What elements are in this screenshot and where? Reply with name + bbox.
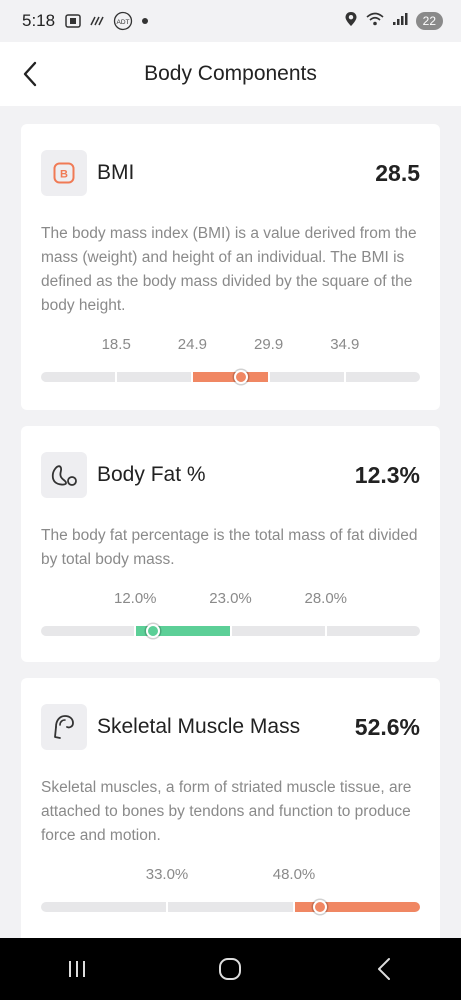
back-nav-button[interactable] [354, 944, 414, 994]
signal-icon [392, 11, 408, 31]
battery-indicator: 22 [415, 12, 443, 30]
status-time: 5:18 [22, 11, 56, 30]
value-marker [312, 900, 327, 914]
range-segment [269, 372, 344, 382]
back-button[interactable] [10, 54, 50, 94]
range-track [41, 624, 420, 638]
scale-tick-label: 24.9 [177, 336, 207, 353]
range-segment [117, 372, 192, 382]
bmi-card: B BMI 28.5 The body mass index (BMI) is … [21, 124, 440, 410]
status-right: 22 [344, 11, 443, 32]
scale-tick-label: 34.9 [330, 336, 360, 353]
range-scale: 12.0% 23.0% 28.0% [41, 590, 420, 650]
adt-icon: ADT [113, 11, 133, 31]
page-title: Body Components [144, 62, 317, 85]
scale-tick-label: 18.5 [101, 336, 131, 353]
range-scale: 33.0% 48.0% [41, 866, 420, 926]
bmi-icon: B [41, 150, 87, 196]
muscle-icon [41, 704, 87, 750]
system-nav-bar [0, 938, 461, 1000]
range-segment [193, 372, 268, 382]
range-track [41, 900, 420, 914]
card-title: BMI [97, 161, 135, 184]
back-arrow-icon [23, 61, 37, 87]
dialpad-icon [89, 15, 105, 27]
svg-text:B: B [60, 169, 68, 181]
scale-tick-label: 29.9 [253, 336, 284, 353]
range-segment [326, 626, 420, 636]
card-value: 28.5 [375, 159, 420, 186]
status-bar: 5:18 ADT 22 [0, 0, 461, 42]
scale-tick-label: 12.0% [113, 590, 157, 607]
dot-icon [141, 17, 149, 25]
card-description: The body fat percentage is the total mas… [41, 527, 418, 568]
range-segment [168, 902, 293, 912]
card-title: Body Fat % [97, 463, 206, 486]
range-segment [41, 902, 166, 912]
body-fat-icon [41, 452, 87, 498]
skeletal-muscle-card: Skeletal Muscle Mass 52.6% Skeletal musc… [21, 678, 440, 958]
location-icon [344, 11, 358, 32]
recents-icon [68, 961, 85, 977]
recents-button[interactable] [47, 944, 107, 994]
home-button[interactable] [200, 944, 260, 994]
scale-tick-label: 48.0% [272, 866, 316, 883]
card-description: The body mass index (BMI) is a value der… [41, 225, 417, 314]
range-scale: 18.5 24.9 29.9 34.9 [41, 336, 420, 396]
svg-text:ADT: ADT [117, 19, 130, 26]
card-title: Skeletal Muscle Mass [97, 715, 301, 738]
card-header: B BMI 28.5 [41, 124, 420, 222]
value-marker [145, 624, 160, 638]
screenshot-icon [65, 14, 81, 28]
card-description: Skeletal muscles, a form of striated mus… [41, 779, 412, 844]
scale-tick-label: 33.0% [145, 866, 189, 883]
value-marker [233, 370, 248, 384]
range-segment [345, 372, 420, 382]
scale-tick-label: 28.0% [304, 590, 348, 607]
wifi-icon [366, 11, 384, 32]
card-header: Skeletal Muscle Mass 52.6% [41, 678, 420, 776]
range-track [41, 370, 420, 384]
body-fat-card: Body Fat % 12.3% The body fat percentage… [21, 426, 440, 662]
card-value: 52.6% [354, 713, 420, 740]
scale-tick-label: 23.0% [209, 590, 252, 607]
card-value: 12.3% [354, 461, 420, 488]
card-header: Body Fat % 12.3% [41, 426, 420, 524]
top-app-bar: Body Components [0, 42, 461, 106]
home-icon [219, 958, 242, 980]
range-segment [41, 626, 135, 636]
back-nav-icon [378, 958, 391, 980]
range-segment [231, 626, 325, 636]
range-segment [41, 372, 116, 382]
